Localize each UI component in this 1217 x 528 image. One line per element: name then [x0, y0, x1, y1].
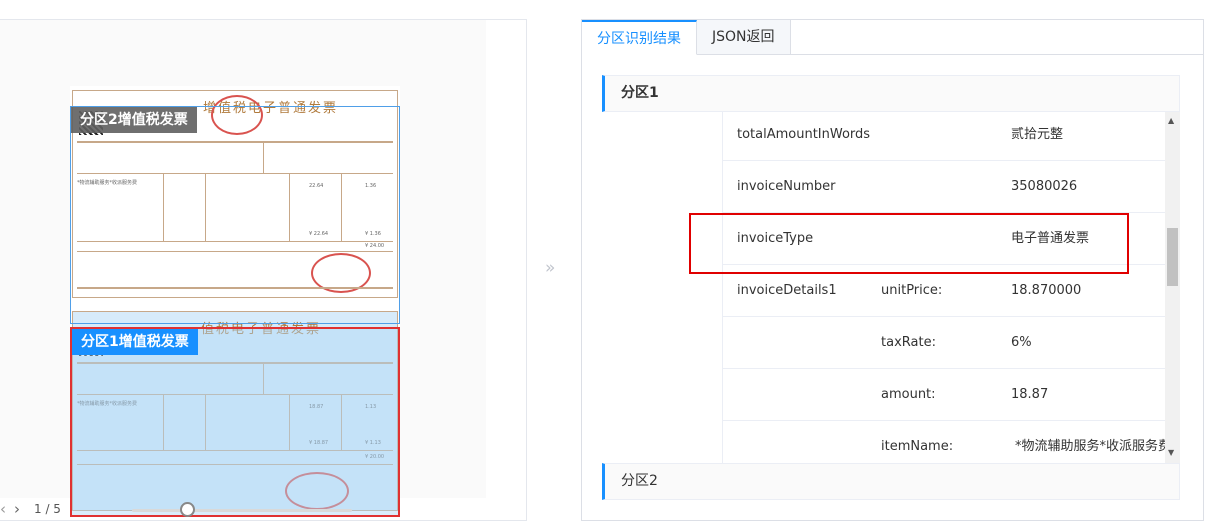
table-row: totalAmountInWords 贰拾元整: [722, 112, 1165, 161]
row-value: *物流辅助服务*收派服务费: [1015, 439, 1172, 454]
highlight-box: [689, 213, 1129, 274]
row-value: 贰拾元整: [1011, 127, 1064, 142]
result-tabs: 分区识别结果 JSON返回: [582, 20, 791, 55]
chevron-right-icon[interactable]: ›: [14, 500, 20, 518]
row-value: 18.87: [1011, 387, 1049, 402]
tab-json-response[interactable]: JSON返回: [697, 20, 791, 55]
invoice-image: 增值税电子普通发票 *物流辅助服务*收派服务费 22.64 1.36 ¥ 22.…: [70, 86, 400, 517]
pager: ‹ › 1 / 5: [0, 498, 526, 520]
region-1-tag: 分区1增值税发票: [72, 329, 198, 355]
row-subkey: amount:: [881, 387, 936, 402]
region-1-box[interactable]: 分区1增值税发票: [70, 327, 400, 517]
image-preview-panel: 增值税电子普通发票 *物流辅助服务*收派服务费 22.64 1.36 ¥ 22.…: [0, 19, 527, 521]
row-key: totalAmountInWords: [737, 127, 871, 142]
region-2-box[interactable]: 分区2增值税发票: [70, 106, 400, 324]
page-count: 1 / 5: [34, 502, 61, 516]
section-region-2[interactable]: 分区2: [602, 463, 1180, 500]
chevron-left-icon[interactable]: ‹: [0, 500, 6, 518]
section-region-1[interactable]: 分区1: [602, 75, 1180, 112]
scroll-down-icon[interactable]: ▼: [1168, 448, 1174, 457]
row-subkey: itemName:: [881, 439, 954, 454]
zoom-slider-knob[interactable]: [180, 502, 195, 517]
region-2-tag: 分区2增值税发票: [71, 107, 197, 133]
document-viewer[interactable]: 增值税电子普通发票 *物流辅助服务*收派服务费 22.64 1.36 ¥ 22.…: [0, 20, 486, 517]
scroll-up-icon[interactable]: ▲: [1168, 116, 1174, 125]
table-scrollbar[interactable]: ▲ ▼: [1165, 112, 1180, 463]
tab-region-results[interactable]: 分区识别结果: [582, 20, 697, 55]
row-key: invoiceNumber: [737, 179, 836, 194]
table-row: taxRate: 6%: [722, 317, 1165, 369]
double-chevron-right-icon: »: [545, 258, 556, 278]
table-row: itemName: *物流辅助服务*收派服务费: [722, 421, 1171, 463]
scroll-thumb[interactable]: [1167, 228, 1178, 286]
zoom-slider[interactable]: [132, 502, 352, 517]
table-row: invoiceNumber 35080026: [722, 161, 1165, 213]
result-panel: 分区识别结果 JSON返回 分区1 totalAmountInWords 贰拾元…: [581, 19, 1204, 521]
row-value: 35080026: [1011, 179, 1078, 194]
row-value: 6%: [1011, 335, 1032, 350]
result-table: totalAmountInWords 贰拾元整 invoiceNumber 35…: [722, 112, 1180, 463]
table-row: amount: 18.87: [722, 369, 1165, 421]
row-subkey: taxRate:: [881, 335, 936, 350]
